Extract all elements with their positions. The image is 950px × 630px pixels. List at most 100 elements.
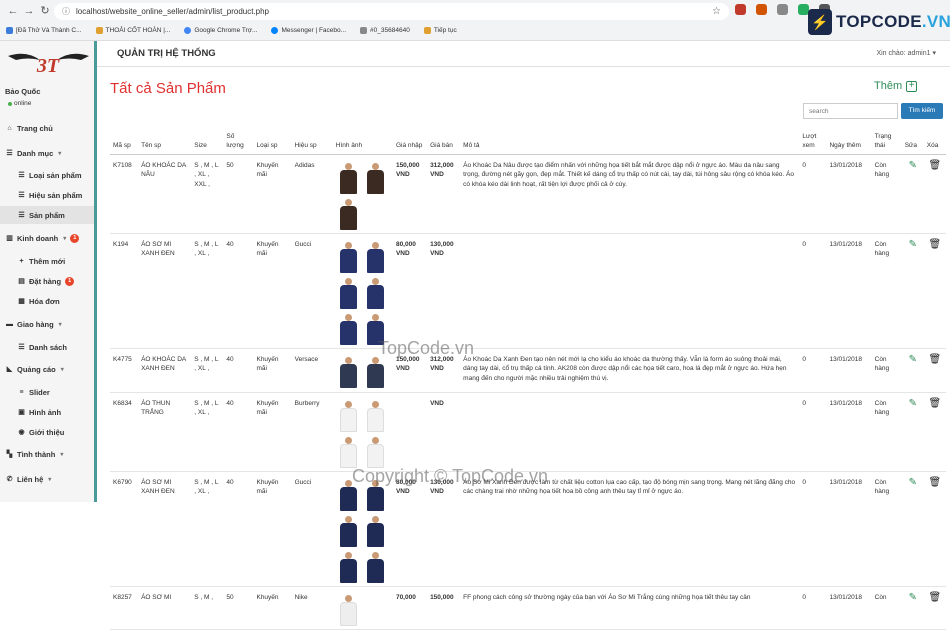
watermark-brand: TOPCODE bbox=[836, 12, 922, 31]
trash-icon[interactable]: 🗑 bbox=[923, 392, 946, 472]
product-thumbnail[interactable] bbox=[335, 239, 361, 274]
cell-desc bbox=[460, 233, 800, 349]
sidebar-item-product-types[interactable]: ☰ Loại sản phẩm bbox=[17, 166, 95, 184]
column-header: Tên sp bbox=[138, 122, 192, 155]
table-row: K194 ÁO SƠ MI XANH ĐEN S , M , L , XL , 40 K… bbox=[110, 233, 946, 349]
cell-type: Khuyến mãi bbox=[253, 348, 292, 393]
product-thumbnail[interactable] bbox=[335, 513, 361, 548]
bookmark-item[interactable]: THOẢI CỐT HOÀN |... bbox=[95, 27, 170, 34]
address-bar[interactable]: ⓘ localhost/website_online_seller/admin/… bbox=[54, 3, 729, 20]
sidebar-item-shipping-list[interactable]: ☰ Danh sách bbox=[17, 338, 95, 356]
sidebar-item-brands[interactable]: ☰ Hiệu sản phẩm bbox=[17, 186, 95, 204]
cell-name: ÁO THUN TRẮNG bbox=[138, 392, 192, 472]
edit-icon[interactable]: ✎ bbox=[901, 392, 924, 472]
column-header: Loại sp bbox=[253, 122, 292, 155]
watermark-copyright: Copyright © TopCode.vn bbox=[352, 466, 549, 486]
product-thumbnail[interactable] bbox=[335, 592, 361, 627]
bookmark-item[interactable]: Google Chrome Trợ... bbox=[184, 27, 257, 34]
product-thumbnail[interactable] bbox=[362, 239, 388, 274]
trash-icon[interactable]: 🗑 bbox=[923, 233, 946, 349]
extension-icon[interactable] bbox=[735, 4, 746, 15]
product-thumbnail[interactable] bbox=[335, 311, 361, 346]
sidebar-item-products[interactable]: ☰ Sản phẩm bbox=[0, 206, 94, 224]
extension-icon[interactable] bbox=[777, 4, 788, 15]
edit-icon[interactable]: ✎ bbox=[901, 154, 924, 234]
back-icon[interactable]: ← bbox=[6, 4, 20, 18]
plus-icon: + bbox=[906, 80, 918, 92]
sidebar-item-contact[interactable]: ✆ Liên hệ ▾ bbox=[5, 470, 93, 488]
product-thumbnail[interactable] bbox=[362, 434, 388, 469]
product-thumbnail[interactable] bbox=[362, 398, 388, 433]
product-thumbnail[interactable] bbox=[362, 160, 388, 195]
watermark-logo: ⚡ TOPCODE.VN bbox=[808, 9, 950, 35]
cell-brand: Nike bbox=[291, 586, 333, 630]
product-thumbnail[interactable] bbox=[335, 549, 361, 584]
sidebar-item-slider[interactable]: ≡ Slider bbox=[17, 383, 95, 401]
sidebar-item-orders[interactable]: ▤ Đặt hàng 1 bbox=[17, 272, 95, 290]
product-thumbnail[interactable] bbox=[335, 398, 361, 433]
cell-type: Khuyến bbox=[253, 586, 292, 630]
product-thumbnail[interactable] bbox=[335, 275, 361, 310]
phone-icon: ✆ bbox=[6, 476, 13, 483]
extension-icon[interactable] bbox=[756, 4, 767, 15]
cell-status: Còn hàng bbox=[871, 233, 902, 349]
cell-desc: FF phong cách công sở thường ngày của bạ… bbox=[460, 586, 800, 630]
cell-qty: 50 bbox=[223, 154, 254, 234]
trash-icon[interactable]: 🗑 bbox=[923, 154, 946, 234]
edit-icon[interactable]: ✎ bbox=[901, 586, 924, 630]
bookmark-item[interactable]: Tiếp tục bbox=[423, 27, 457, 34]
edit-icon[interactable]: ✎ bbox=[901, 471, 924, 587]
star-icon[interactable]: ☆ bbox=[712, 6, 721, 17]
edit-icon[interactable]: ✎ bbox=[901, 233, 924, 349]
plus-icon: + bbox=[19, 257, 24, 265]
sidebar-item-categories[interactable]: ☰ Danh mục ▾ bbox=[5, 144, 93, 162]
cell-name: ÁO KHOÁC DA NÂU bbox=[138, 154, 192, 234]
table-row: K8257 ÁO SƠ MI S , M , 50 Khuyến Nike 70,000 15… bbox=[110, 586, 946, 630]
sidebar-item-home[interactable]: ⌂ Trang chủ bbox=[5, 119, 93, 137]
product-thumbnail[interactable] bbox=[362, 549, 388, 584]
product-thumbnail[interactable] bbox=[362, 513, 388, 548]
product-thumbnail[interactable] bbox=[335, 354, 361, 389]
watermark-brand-suffix: .VN bbox=[921, 12, 950, 31]
bookmark-item[interactable]: [Đã Thử Và Thành C... bbox=[6, 27, 82, 34]
edit-icon[interactable]: ✎ bbox=[901, 348, 924, 393]
trash-icon[interactable]: 🗑 bbox=[923, 348, 946, 393]
product-thumbnail[interactable] bbox=[362, 354, 388, 389]
bookmark-item[interactable]: #0_35684640 bbox=[360, 27, 410, 34]
product-table: Mã sp Tên sp Size Số lượng Loại sp Hiệu … bbox=[110, 122, 946, 630]
column-header: Size bbox=[191, 122, 224, 155]
sidebar-item-provinces[interactable]: ▚ Tình thành ▾ bbox=[5, 445, 93, 463]
bookmark-item[interactable]: Messenger | Facebo... bbox=[271, 27, 346, 34]
user-greeting[interactable]: Xin chào: admin1 ▾ bbox=[876, 49, 936, 57]
trash-icon[interactable]: 🗑 bbox=[923, 586, 946, 630]
product-thumbnail[interactable] bbox=[362, 275, 388, 310]
info-icon: ◉ bbox=[18, 429, 25, 436]
cart-icon: ▤ bbox=[18, 278, 25, 285]
sidebar-item-invoices[interactable]: ▦ Hóa đơn bbox=[17, 292, 95, 310]
sidebar-item-ads[interactable]: ◣ Quảng cáo ▾ bbox=[5, 360, 93, 378]
cell-code: K4775 bbox=[110, 348, 139, 393]
reload-icon[interactable]: ↻ bbox=[38, 4, 52, 18]
cell-code: K8257 bbox=[110, 586, 139, 630]
chart-icon: ▥ bbox=[6, 235, 13, 242]
forward-icon[interactable]: → bbox=[22, 4, 36, 18]
sidebar-item-about[interactable]: ◉ Giới thiệu bbox=[17, 423, 95, 441]
table-row: K4775 ÁO KHOÁC DA XANH ĐEN S , M , L , XL … bbox=[110, 348, 946, 393]
product-thumbnail[interactable] bbox=[335, 196, 361, 231]
product-thumbnail[interactable] bbox=[335, 434, 361, 469]
column-header: Ngày thêm bbox=[826, 122, 872, 155]
add-product-button[interactable]: Thêm + bbox=[874, 80, 918, 92]
cell-brand: Burberry bbox=[291, 392, 333, 472]
sidebar-item-add-new[interactable]: + Thêm mới bbox=[17, 252, 95, 270]
search-button[interactable]: Tìm kiếm bbox=[901, 103, 943, 119]
cell-import bbox=[392, 392, 428, 472]
search-input[interactable] bbox=[803, 103, 898, 119]
cell-code: K194 bbox=[110, 233, 139, 349]
cell-code: K7108 bbox=[110, 154, 139, 234]
sidebar-item-shipping[interactable]: ▬ Giao hàng ▾ bbox=[5, 315, 93, 333]
product-thumbnail[interactable] bbox=[335, 160, 361, 195]
sidebar-item-business[interactable]: ▥ Kinh doanh ▾ 1 bbox=[5, 229, 93, 247]
trash-icon[interactable]: 🗑 bbox=[923, 471, 946, 587]
sidebar-item-images[interactable]: ▣ Hình ảnh bbox=[17, 403, 95, 421]
page-title: Tất cả Sản Phẩm bbox=[110, 80, 226, 97]
